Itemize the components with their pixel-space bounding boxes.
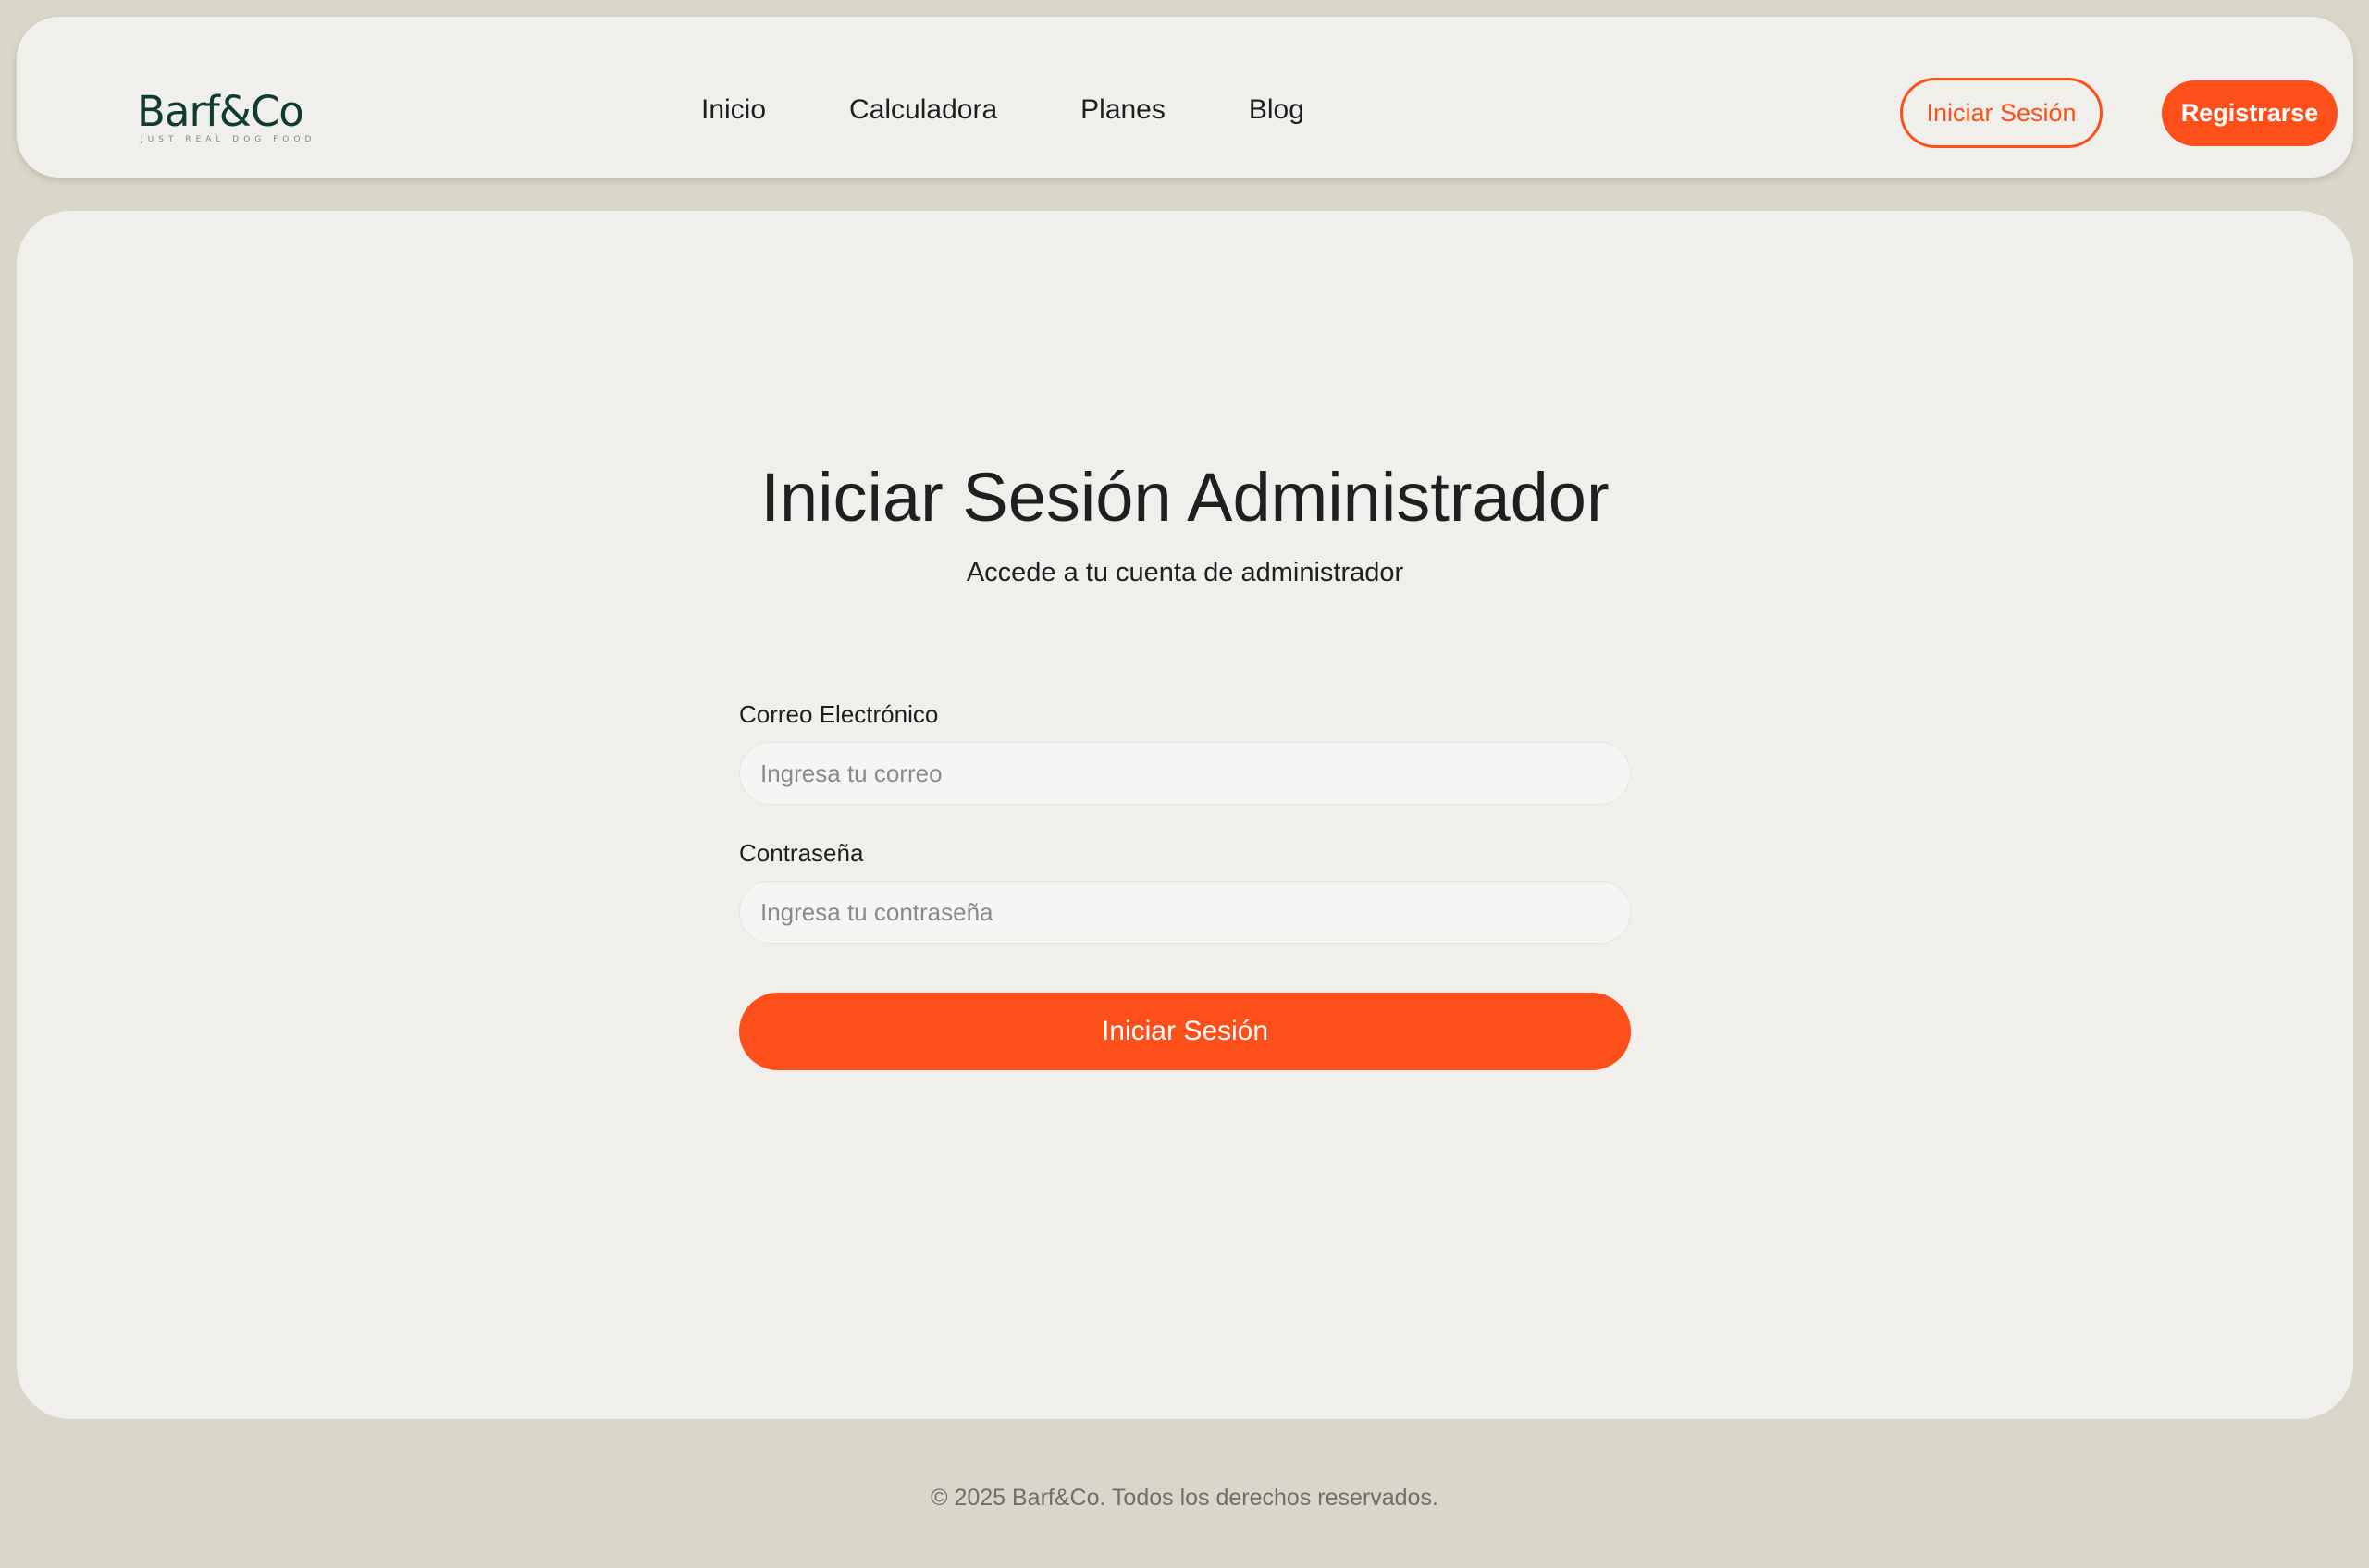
email-label: Correo Electrónico (739, 700, 939, 728)
login-card: Iniciar Sesión Administrador Accede a tu… (17, 211, 2353, 1419)
main-nav: Inicio Calculadora Planes Blog (701, 93, 1304, 127)
logo-wordmark: Barf&Co (137, 87, 304, 136)
site-header: Barf&Co JUST REAL DOG FOOD Inicio Calcul… (17, 17, 2353, 178)
footer-copyright: © 2025 Barf&Co. Todos los derechos reser… (931, 1485, 1438, 1511)
register-button[interactable]: Registrarse (2162, 80, 2338, 146)
page-title: Iniciar Sesión Administrador (760, 459, 1610, 536)
login-button[interactable]: Iniciar Sesión (1900, 78, 2103, 148)
logo-tagline: JUST REAL DOG FOOD (141, 135, 316, 144)
password-field[interactable] (739, 881, 1631, 944)
nav-link-blog[interactable]: Blog (1249, 93, 1304, 127)
page-subtitle: Accede a tu cuenta de administrador (966, 558, 1404, 587)
nav-link-planes[interactable]: Planes (1080, 93, 1166, 127)
email-field[interactable] (739, 742, 1631, 805)
nav-link-calculadora[interactable]: Calculadora (849, 93, 997, 127)
nav-link-inicio[interactable]: Inicio (701, 93, 766, 127)
logo[interactable]: Barf&Co JUST REAL DOG FOOD (137, 91, 322, 144)
submit-login-button[interactable]: Iniciar Sesión (739, 993, 1631, 1070)
password-label: Contraseña (739, 839, 864, 867)
